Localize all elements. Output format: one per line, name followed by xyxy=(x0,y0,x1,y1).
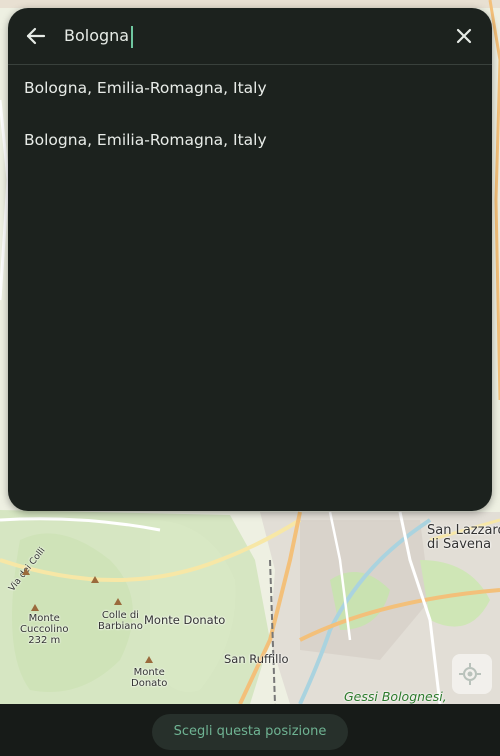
search-input[interactable] xyxy=(64,24,404,48)
map-label-monte-cuccolino: Monte Cuccolino 232 m xyxy=(20,613,69,646)
map-label-monte-donato-peak: Monte Donato xyxy=(131,667,168,689)
search-result-item[interactable]: Bologna, Emilia-Romagna, Italy xyxy=(8,117,492,169)
peak-marker xyxy=(145,656,153,663)
map-label-gessi-bolognesi: Gessi Bolognesi, xyxy=(344,689,447,704)
choose-position-button[interactable]: Scegli questa posizione xyxy=(152,714,348,750)
text-caret xyxy=(131,26,134,48)
peak-marker xyxy=(22,568,30,575)
search-bar xyxy=(8,8,492,65)
peak-marker xyxy=(31,604,39,611)
search-result-item[interactable]: Bologna, Emilia-Romagna, Italy xyxy=(8,65,492,117)
map-label-san-lazzaro: San Lazzaro di Savena xyxy=(427,523,500,553)
map-label-san-ruffillo: San Ruffillo xyxy=(224,652,289,666)
peak-marker xyxy=(114,598,122,605)
search-panel: Bologna, Emilia-Romagna, Italy Bologna, … xyxy=(8,8,492,511)
clear-search-button[interactable] xyxy=(450,22,478,50)
locate-button[interactable] xyxy=(452,654,492,694)
search-result-label: Bologna, Emilia-Romagna, Italy xyxy=(24,131,267,149)
bottom-bar: Scegli questa posizione xyxy=(0,704,500,756)
map-label-monte-donato: Monte Donato xyxy=(144,613,226,627)
map-label-colle-di-barbiano: Colle di Barbiano xyxy=(98,610,143,632)
arrow-left-icon xyxy=(26,27,46,45)
search-results-list: Bologna, Emilia-Romagna, Italy Bologna, … xyxy=(8,65,492,169)
search-result-label: Bologna, Emilia-Romagna, Italy xyxy=(24,79,267,97)
crosshair-location-icon xyxy=(459,663,481,685)
back-button[interactable] xyxy=(22,22,50,50)
peak-marker xyxy=(91,576,99,583)
close-icon xyxy=(456,28,472,44)
